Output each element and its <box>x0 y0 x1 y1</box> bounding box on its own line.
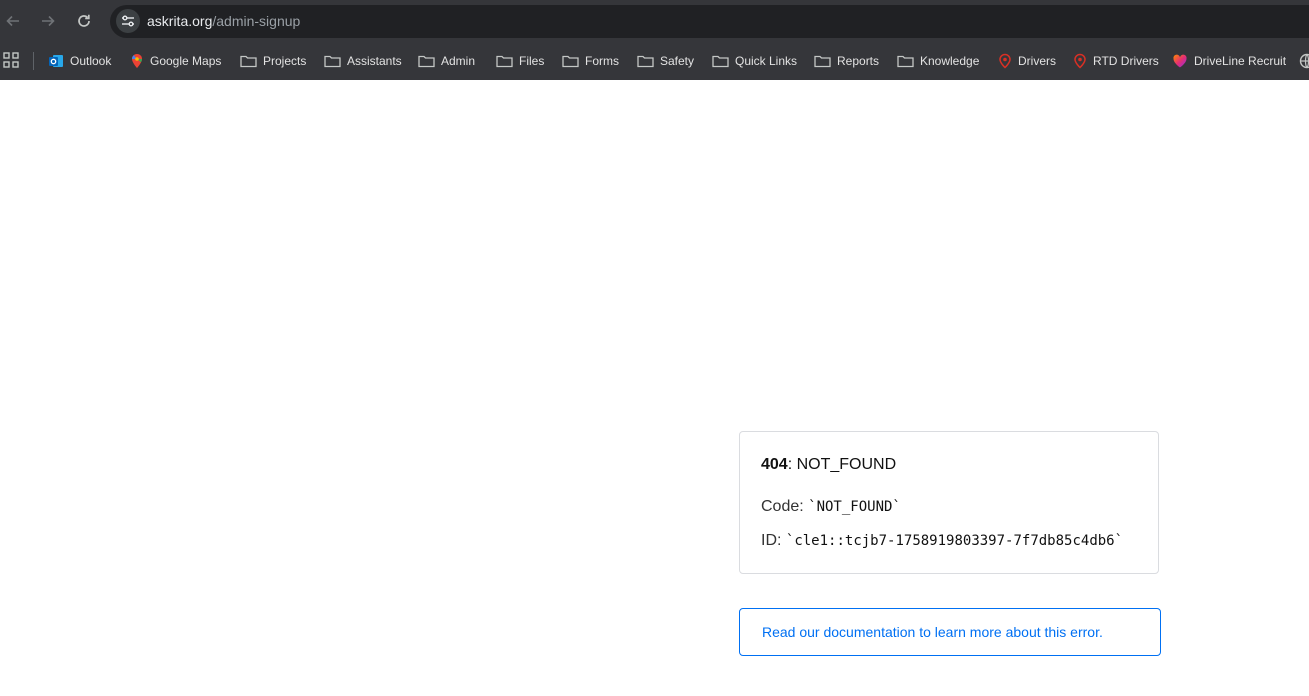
error-code-line: Code: `NOT_FOUND` <box>761 498 901 516</box>
bookmark-globe[interactable] <box>1299 50 1309 72</box>
folder-icon <box>712 55 729 68</box>
bookmark-folder-assistants[interactable]: Assistants <box>324 50 402 72</box>
error-id-line: ID: `cle1::tcjb7-1758919803397-7f7db85c4… <box>761 532 1123 550</box>
error-status-code: 404 <box>761 456 788 473</box>
error-code-value: `NOT_FOUND` <box>808 499 901 515</box>
bookmark-label: Forms <box>585 54 619 68</box>
browser-toolbar: askrita.org/admin-signup <box>0 0 1309 42</box>
error-heading: 404: NOT_FOUND <box>761 456 896 474</box>
bookmark-drivers[interactable]: Drivers <box>998 50 1056 72</box>
reload-button[interactable] <box>72 9 96 33</box>
site-info-button[interactable] <box>116 9 140 33</box>
outlook-icon <box>49 55 63 67</box>
folder-icon <box>496 55 513 68</box>
documentation-link[interactable]: Read our documentation to learn more abo… <box>739 608 1161 656</box>
error-code-label: Code: <box>761 498 809 515</box>
reload-icon <box>78 14 90 27</box>
bookmark-folder-quick-links[interactable]: Quick Links <box>712 50 797 72</box>
bookmark-folder-forms[interactable]: Forms <box>562 50 619 72</box>
address-bar[interactable]: askrita.org/admin-signup <box>110 5 1309 38</box>
bookmark-label: Assistants <box>347 54 402 68</box>
bookmark-outlook[interactable]: Outlook <box>48 50 111 72</box>
bookmark-folder-knowledge[interactable]: Knowledge <box>897 50 979 72</box>
bookmark-label: Reports <box>837 54 880 68</box>
bookmarks-bar: Outlook Google Maps Projects Assistants … <box>0 42 1309 80</box>
bookmark-label: RTD Drivers <box>1093 54 1159 68</box>
url-path: /admin-signup <box>212 13 301 29</box>
folder-icon <box>897 55 914 68</box>
bookmark-folder-admin[interactable]: Admin <box>418 50 475 72</box>
tune-icon <box>122 15 134 27</box>
folder-icon <box>240 55 257 68</box>
folder-icon <box>324 55 341 68</box>
url-text: askrita.org/admin-signup <box>147 13 300 30</box>
bookmark-label: Google Maps <box>150 54 222 68</box>
back-arrow-icon <box>6 15 19 27</box>
error-id-value: `cle1::tcjb7-1758919803397-7f7db85c4db6` <box>785 533 1124 549</box>
bookmark-label: Admin <box>441 54 476 68</box>
bookmark-label: Projects <box>263 54 307 68</box>
bookmark-folder-reports[interactable]: Reports <box>814 50 879 72</box>
folder-icon <box>418 55 435 68</box>
folder-icon <box>814 55 831 68</box>
google-maps-icon <box>132 54 142 68</box>
bookmark-label: Knowledge <box>920 54 980 68</box>
bookmark-google-maps[interactable]: Google Maps <box>130 50 221 72</box>
globe-icon <box>1299 53 1309 69</box>
heart-logo-icon <box>1173 54 1187 68</box>
forward-button[interactable] <box>36 9 60 33</box>
folder-icon <box>562 55 579 68</box>
back-button[interactable] <box>1 9 25 33</box>
bookmark-folder-projects[interactable]: Projects <box>240 50 306 72</box>
apps-grid-icon[interactable] <box>3 52 19 73</box>
forward-arrow-icon <box>42 15 55 27</box>
error-card: 404: NOT_FOUND Code: `NOT_FOUND` ID: `cl… <box>739 431 1159 574</box>
bookmark-driveline-recruit[interactable]: DriveLine Recruit <box>1172 50 1286 72</box>
folder-icon <box>637 55 654 68</box>
bookmark-label: DriveLine Recruit <box>1194 54 1287 68</box>
pin-icon <box>999 53 1011 69</box>
bookmark-folder-files[interactable]: Files <box>496 50 544 72</box>
error-id-label: ID: <box>761 532 786 549</box>
bookmark-label: Drivers <box>1018 54 1056 68</box>
bookmark-label: Files <box>519 54 545 68</box>
bookmark-folder-safety[interactable]: Safety <box>637 50 694 72</box>
pin-icon <box>1074 53 1086 69</box>
bookmark-label: Outlook <box>70 54 112 68</box>
url-host: askrita.org <box>147 13 213 29</box>
bookmark-rtd-drivers[interactable]: RTD Drivers <box>1073 50 1159 72</box>
bookmark-separator <box>33 52 34 70</box>
bookmark-label: Quick Links <box>735 54 798 68</box>
error-status-text: : NOT_FOUND <box>787 456 897 473</box>
bookmark-label: Safety <box>660 54 695 68</box>
